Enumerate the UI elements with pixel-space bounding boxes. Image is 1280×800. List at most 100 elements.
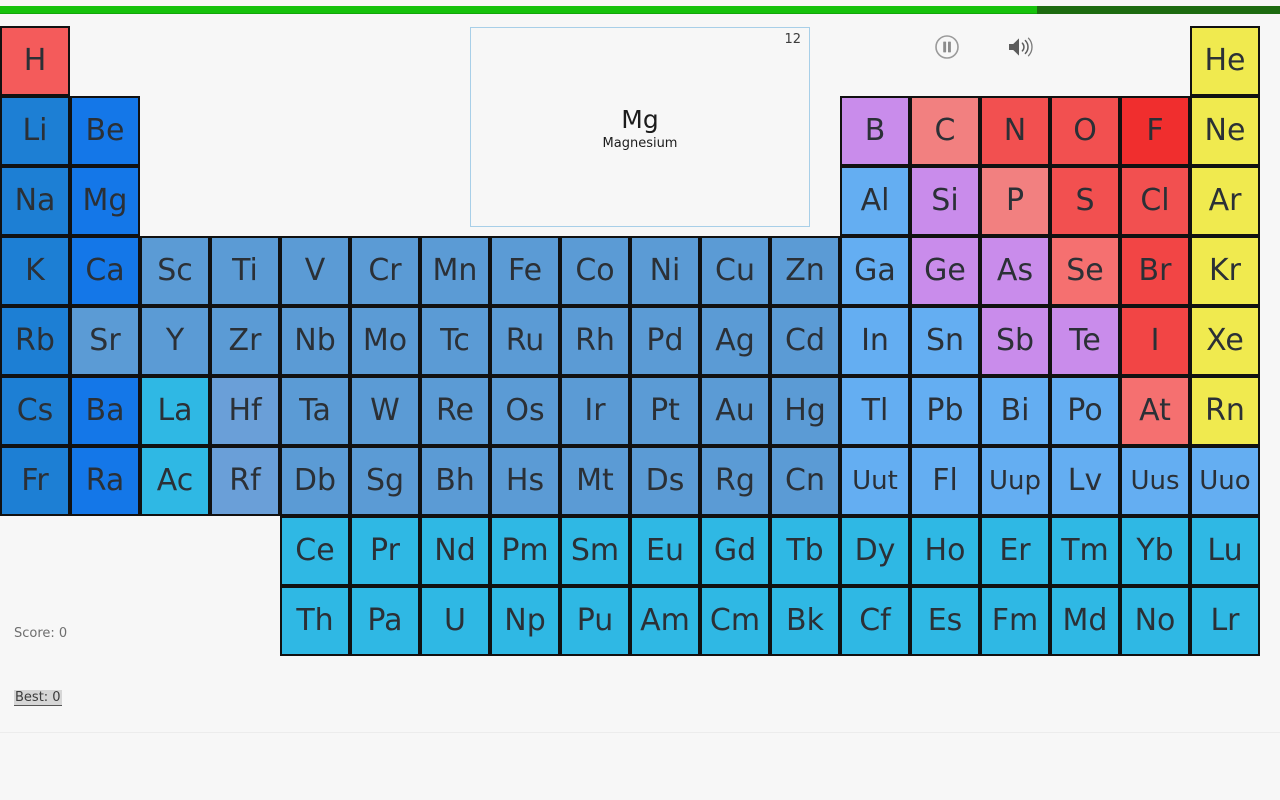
element-cell-rg[interactable]: Rg xyxy=(700,446,770,516)
element-cell-mg[interactable]: Mg xyxy=(70,166,140,236)
element-cell-c[interactable]: C xyxy=(910,96,980,166)
element-cell-tc[interactable]: Tc xyxy=(420,306,490,376)
volume-button[interactable] xyxy=(1004,30,1038,64)
element-cell-yb[interactable]: Yb xyxy=(1120,516,1190,586)
element-cell-na[interactable]: Na xyxy=(0,166,70,236)
element-cell-ne[interactable]: Ne xyxy=(1190,96,1260,166)
element-cell-p[interactable]: P xyxy=(980,166,1050,236)
element-cell-ra[interactable]: Ra xyxy=(70,446,140,516)
element-cell-rb[interactable]: Rb xyxy=(0,306,70,376)
element-cell-w[interactable]: W xyxy=(350,376,420,446)
element-cell-kr[interactable]: Kr xyxy=(1190,236,1260,306)
element-cell-gd[interactable]: Gd xyxy=(700,516,770,586)
element-cell-he[interactable]: He xyxy=(1190,26,1260,96)
element-cell-hs[interactable]: Hs xyxy=(490,446,560,516)
element-cell-ba[interactable]: Ba xyxy=(70,376,140,446)
element-cell-i[interactable]: I xyxy=(1120,306,1190,376)
element-cell-pr[interactable]: Pr xyxy=(350,516,420,586)
element-cell-ge[interactable]: Ge xyxy=(910,236,980,306)
element-cell-al[interactable]: Al xyxy=(840,166,910,236)
element-cell-fl[interactable]: Fl xyxy=(910,446,980,516)
element-cell-pt[interactable]: Pt xyxy=(630,376,700,446)
element-cell-zr[interactable]: Zr xyxy=(210,306,280,376)
element-cell-ac[interactable]: Ac xyxy=(140,446,210,516)
element-cell-bk[interactable]: Bk xyxy=(770,586,840,656)
element-cell-h[interactable]: H xyxy=(0,26,70,96)
element-cell-hf[interactable]: Hf xyxy=(210,376,280,446)
element-cell-pb[interactable]: Pb xyxy=(910,376,980,446)
element-cell-ni[interactable]: Ni xyxy=(630,236,700,306)
element-cell-ta[interactable]: Ta xyxy=(280,376,350,446)
element-cell-fm[interactable]: Fm xyxy=(980,586,1050,656)
element-cell-os[interactable]: Os xyxy=(490,376,560,446)
element-cell-mo[interactable]: Mo xyxy=(350,306,420,376)
element-cell-si[interactable]: Si xyxy=(910,166,980,236)
element-cell-as[interactable]: As xyxy=(980,236,1050,306)
element-cell-nb[interactable]: Nb xyxy=(280,306,350,376)
element-cell-s[interactable]: S xyxy=(1050,166,1120,236)
element-cell-am[interactable]: Am xyxy=(630,586,700,656)
element-cell-ir[interactable]: Ir xyxy=(560,376,630,446)
element-cell-o[interactable]: O xyxy=(1050,96,1120,166)
element-cell-te[interactable]: Te xyxy=(1050,306,1120,376)
element-cell-sg[interactable]: Sg xyxy=(350,446,420,516)
element-cell-sn[interactable]: Sn xyxy=(910,306,980,376)
element-cell-au[interactable]: Au xyxy=(700,376,770,446)
element-cell-uuo[interactable]: Uuo xyxy=(1190,446,1260,516)
element-cell-pm[interactable]: Pm xyxy=(490,516,560,586)
element-cell-n[interactable]: N xyxy=(980,96,1050,166)
element-cell-rf[interactable]: Rf xyxy=(210,446,280,516)
element-cell-in[interactable]: In xyxy=(840,306,910,376)
element-cell-ho[interactable]: Ho xyxy=(910,516,980,586)
element-cell-cs[interactable]: Cs xyxy=(0,376,70,446)
element-cell-pd[interactable]: Pd xyxy=(630,306,700,376)
element-cell-y[interactable]: Y xyxy=(140,306,210,376)
element-cell-mn[interactable]: Mn xyxy=(420,236,490,306)
best-score-label[interactable]: Best: 0 xyxy=(14,690,62,706)
element-cell-k[interactable]: K xyxy=(0,236,70,306)
element-cell-cf[interactable]: Cf xyxy=(840,586,910,656)
element-cell-pu[interactable]: Pu xyxy=(560,586,630,656)
element-cell-pa[interactable]: Pa xyxy=(350,586,420,656)
element-cell-er[interactable]: Er xyxy=(980,516,1050,586)
element-cell-cu[interactable]: Cu xyxy=(700,236,770,306)
element-cell-po[interactable]: Po xyxy=(1050,376,1120,446)
element-cell-uus[interactable]: Uus xyxy=(1120,446,1190,516)
element-cell-eu[interactable]: Eu xyxy=(630,516,700,586)
element-cell-u[interactable]: U xyxy=(420,586,490,656)
element-cell-tm[interactable]: Tm xyxy=(1050,516,1120,586)
element-cell-ag[interactable]: Ag xyxy=(700,306,770,376)
element-cell-db[interactable]: Db xyxy=(280,446,350,516)
element-cell-v[interactable]: V xyxy=(280,236,350,306)
element-cell-cm[interactable]: Cm xyxy=(700,586,770,656)
element-cell-ru[interactable]: Ru xyxy=(490,306,560,376)
element-cell-zn[interactable]: Zn xyxy=(770,236,840,306)
element-cell-th[interactable]: Th xyxy=(280,586,350,656)
element-cell-cn[interactable]: Cn xyxy=(770,446,840,516)
element-cell-rn[interactable]: Rn xyxy=(1190,376,1260,446)
element-cell-mt[interactable]: Mt xyxy=(560,446,630,516)
element-cell-xe[interactable]: Xe xyxy=(1190,306,1260,376)
element-cell-uut[interactable]: Uut xyxy=(840,446,910,516)
element-cell-fr[interactable]: Fr xyxy=(0,446,70,516)
element-cell-ce[interactable]: Ce xyxy=(280,516,350,586)
element-cell-sb[interactable]: Sb xyxy=(980,306,1050,376)
element-cell-f[interactable]: F xyxy=(1120,96,1190,166)
element-cell-dy[interactable]: Dy xyxy=(840,516,910,586)
element-cell-sm[interactable]: Sm xyxy=(560,516,630,586)
element-cell-lv[interactable]: Lv xyxy=(1050,446,1120,516)
element-cell-ti[interactable]: Ti xyxy=(210,236,280,306)
element-cell-la[interactable]: La xyxy=(140,376,210,446)
element-cell-be[interactable]: Be xyxy=(70,96,140,166)
element-cell-br[interactable]: Br xyxy=(1120,236,1190,306)
element-cell-co[interactable]: Co xyxy=(560,236,630,306)
element-cell-ga[interactable]: Ga xyxy=(840,236,910,306)
element-cell-b[interactable]: B xyxy=(840,96,910,166)
element-cell-hg[interactable]: Hg xyxy=(770,376,840,446)
element-cell-tl[interactable]: Tl xyxy=(840,376,910,446)
element-cell-es[interactable]: Es xyxy=(910,586,980,656)
element-cell-lu[interactable]: Lu xyxy=(1190,516,1260,586)
element-cell-re[interactable]: Re xyxy=(420,376,490,446)
element-cell-cl[interactable]: Cl xyxy=(1120,166,1190,236)
element-cell-ds[interactable]: Ds xyxy=(630,446,700,516)
